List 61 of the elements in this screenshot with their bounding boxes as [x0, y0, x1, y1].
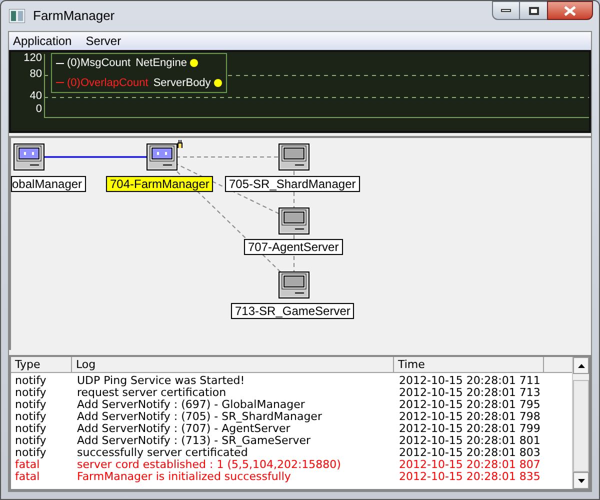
- down-arrow-icon: [578, 478, 584, 482]
- window-title: FarmManager: [33, 7, 115, 26]
- close-button[interactable]: [547, 1, 593, 20]
- column-header[interactable]: Time: [394, 357, 544, 373]
- app-icon: [9, 9, 25, 23]
- node-label[interactable]: 704-FarmManager: [106, 176, 214, 192]
- table-cell-text: notify: [14, 399, 48, 411]
- node-label[interactable]: 713-SR_GameServer: [231, 303, 354, 319]
- table-cell-text: 2012-10-15 20:28:01 835: [398, 471, 542, 483]
- table-cell-text: 2012-10-15 20:28:01 803: [398, 447, 542, 459]
- legend-source: ServerBody: [153, 76, 211, 90]
- table-cell-text: FarmManager is initialized successfully: [76, 471, 292, 483]
- table-cell-text: Add ServerNotify : (713) - SR_GameServer: [76, 435, 312, 447]
- up-arrow-icon: [578, 364, 584, 368]
- axis-label: 0: [36, 103, 42, 116]
- computer-icon[interactable]: [146, 143, 178, 171]
- legend-source: NetEngine: [136, 56, 187, 71]
- table-cell-text: notify: [14, 387, 48, 399]
- table-cell-text: Add ServerNotify : (707) - AgentServer: [76, 423, 290, 435]
- node-label[interactable]: 707-AgentServer: [244, 239, 343, 255]
- table-cell-text: request server certification: [76, 387, 228, 399]
- node-label[interactable]: obalManager: [11, 176, 86, 192]
- axis-label: 40: [30, 90, 42, 103]
- legend-label: (0)OverlapCount: [67, 76, 148, 90]
- column-header[interactable]: Type: [11, 357, 72, 373]
- scrollbar[interactable]: [572, 357, 589, 489]
- menu-item[interactable]: Server: [86, 32, 122, 50]
- computer-icon[interactable]: [278, 207, 310, 235]
- axis-label: 80: [30, 68, 42, 81]
- table-cell-text: 2012-10-15 20:28:01 713: [398, 387, 542, 399]
- minimize-button[interactable]: [492, 1, 520, 20]
- table-cell-text: 2012-10-15 20:28:01 807: [398, 459, 542, 471]
- axis-label: 120: [24, 52, 42, 65]
- table-cell-text: notify: [14, 423, 48, 435]
- table-cell-text: notify: [14, 435, 48, 447]
- table-cell-text: 2012-10-15 20:28:01 711: [398, 375, 542, 387]
- table-cell-text: 2012-10-15 20:28:01 798: [398, 411, 542, 423]
- scroll-down-button[interactable]: [573, 472, 589, 489]
- node-label[interactable]: 705-SR_ShardManager: [225, 176, 360, 192]
- legend-label: (0)MsgCount: [67, 56, 131, 71]
- computer-icon[interactable]: [278, 271, 310, 299]
- table-cell-text: server cord established : 1 (5,5,104,202:15880): [76, 459, 342, 471]
- table-cell-text: 2012-10-15 20:28:01 795: [398, 399, 542, 411]
- table-cell-text: successfully server certificated: [76, 447, 248, 459]
- table-cell-text: notify: [14, 375, 48, 387]
- menu-item[interactable]: Application: [13, 32, 72, 50]
- scroll-up-button[interactable]: [573, 357, 589, 374]
- computer-icon[interactable]: [13, 143, 45, 171]
- computer-icon[interactable]: [278, 143, 310, 171]
- table-cell-text: Add ServerNotify : (697) - GlobalManager: [76, 399, 306, 411]
- table-cell-text: Add ServerNotify : (705) - SR_ShardManager: [76, 411, 323, 423]
- table-cell-text: notify: [14, 411, 48, 423]
- maximize-button[interactable]: [520, 1, 547, 20]
- close-icon: [564, 6, 576, 16]
- table-cell-text: 2012-10-15 20:28:01 799: [398, 423, 542, 435]
- table-cell-text: 2012-10-15 20:28:01 801: [398, 435, 542, 447]
- table-cell-text: notify: [14, 447, 48, 459]
- table-cell-text: fatal: [14, 459, 40, 471]
- column-header[interactable]: Log: [72, 357, 394, 373]
- table-cell-text: fatal: [14, 471, 41, 483]
- table-cell-text: UDP Ping Service was Started!: [76, 375, 246, 387]
